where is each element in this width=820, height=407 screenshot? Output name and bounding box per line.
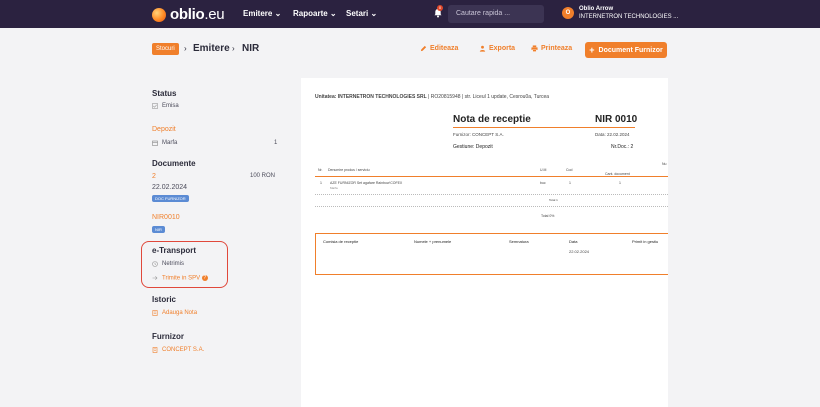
export-button[interactable]: Exporta [479, 45, 515, 52]
breadcrumb-separator: › [232, 44, 235, 53]
breadcrumb-emitere[interactable]: Emitere [193, 43, 230, 54]
gestiune-line: Gestiune: Depozit [453, 144, 493, 150]
sig-nume: Numele + prenumele [414, 239, 452, 244]
depozit-link[interactable]: Depozit [152, 126, 176, 133]
doc-furnizor-badge: DOC FURNIZOR [152, 195, 189, 202]
col-denumire: Denumire produs / serviciu [328, 168, 370, 172]
document-furnizor-button[interactable]: + Document Furnizor [585, 42, 667, 58]
breadcrumb-separator: › [184, 44, 187, 53]
row-nr: 1 [320, 181, 322, 185]
building-icon [152, 347, 158, 353]
subtotal: Total 1 [549, 198, 558, 202]
unit-line: Unitatea: INTERNETRON TECHNOLOGIES SRL |… [315, 94, 550, 100]
row-cant: 1 [619, 181, 621, 185]
note-icon [152, 310, 158, 316]
col-um: U.M [540, 168, 547, 172]
clock-icon [152, 261, 158, 267]
checkbox-icon [152, 103, 158, 109]
depozit-count: 1 [274, 140, 278, 146]
col-cod: Cod [566, 168, 573, 172]
logo-text: oblio [170, 6, 205, 23]
data-line: Data: 22.02.2024 [595, 132, 630, 137]
furnizor-line: Furnizor: CONCEPT S.A. [453, 132, 504, 137]
sig-data: Data [569, 239, 578, 244]
document-date: 22.02.2024 [152, 184, 188, 191]
top-navbar: oblio.eu Emitere ⌄ Rapoarte ⌄ Setari ⌄ 0… [0, 0, 820, 28]
pencil-icon [420, 45, 427, 52]
nir-badge: NIR [152, 226, 165, 233]
adauga-nota-link[interactable]: Adauga Nota [162, 310, 197, 316]
etransport-heading: e-Transport [152, 246, 197, 255]
nrdoc-line: Nr.Doc.: 2 [611, 144, 634, 150]
document-title: Nota de receptie [453, 114, 531, 125]
user-company[interactable]: INTERNETRON TECHNOLOGIES ... [579, 14, 678, 20]
sig-primit: Primit in gestiu [632, 239, 659, 244]
logo[interactable]: oblio.eu [152, 6, 225, 23]
arrow-right-icon [152, 276, 158, 280]
title-underline [453, 127, 635, 128]
row-name: AZE FURNIZOR Set agafare Rainbow'COFEX [330, 181, 403, 185]
printer-icon [531, 45, 538, 52]
total-line: Total 0% [541, 214, 555, 218]
document-number-link[interactable]: 2 [152, 173, 156, 180]
search-input[interactable]: Cautare rapida ... [448, 5, 544, 23]
avatar[interactable]: O [562, 7, 574, 19]
etransport-status: Netrimis [162, 261, 184, 267]
print-button[interactable]: Printeaza [531, 45, 572, 52]
col-nu: Nu [662, 162, 667, 166]
edit-button[interactable]: Editeaza [420, 45, 458, 52]
documente-heading: Documente [152, 159, 196, 168]
menu-setari[interactable]: Setari ⌄ [346, 9, 377, 18]
row-divider [315, 194, 668, 195]
nir-link[interactable]: NIR0010 [152, 214, 180, 221]
menu-emitere[interactable]: Emitere ⌄ [243, 9, 281, 18]
chevron-down-icon: ⌄ [274, 9, 282, 18]
document-number: NIR 0010 [595, 114, 638, 125]
logo-icon [152, 7, 166, 22]
page-title: NIR [242, 43, 260, 54]
breadcrumb-stocuri[interactable]: Stocuri [152, 43, 179, 55]
col-nr: Nr. [318, 168, 323, 172]
sig-comisia: Comisia de receptie [323, 239, 359, 244]
status-value: Emisa [162, 103, 179, 109]
plus-icon: + [589, 45, 595, 55]
subtotal-divider [315, 206, 668, 207]
table-header-line [315, 176, 668, 177]
menu-rapoarte[interactable]: Rapoarte ⌄ [293, 9, 337, 18]
row-sub: Marfa [330, 186, 338, 190]
row-um: buc [540, 181, 546, 185]
row-cod: 1 [569, 181, 571, 185]
istoric-heading: Istoric [152, 295, 177, 304]
logo-suffix: .eu [204, 6, 225, 23]
depozit-item: Marfa [162, 140, 178, 146]
sig-semnatura: Semnatura [509, 239, 529, 244]
trimite-spv-link[interactable]: Trimite in SPV ? [162, 275, 208, 282]
chevron-down-icon: ⌄ [370, 9, 378, 18]
notification-badge: 0 [437, 5, 443, 11]
furnizor-link[interactable]: CONCEPT S.A. [162, 347, 204, 353]
chevron-down-icon: ⌄ [329, 9, 337, 18]
status-heading: Status [152, 89, 177, 98]
furnizor-heading: Furnizor [152, 332, 184, 341]
document-preview: Unitatea: INTERNETRON TECHNOLOGIES SRL |… [301, 78, 668, 407]
signature-box [315, 233, 668, 275]
help-icon[interactable]: ? [201, 275, 208, 281]
user-name[interactable]: Oblio Arrow [579, 6, 613, 12]
sig-date-value: 22.02.2024 [569, 249, 590, 254]
warehouse-icon [152, 140, 158, 146]
user-icon [479, 45, 486, 52]
document-amount: 100 RON [250, 173, 276, 179]
